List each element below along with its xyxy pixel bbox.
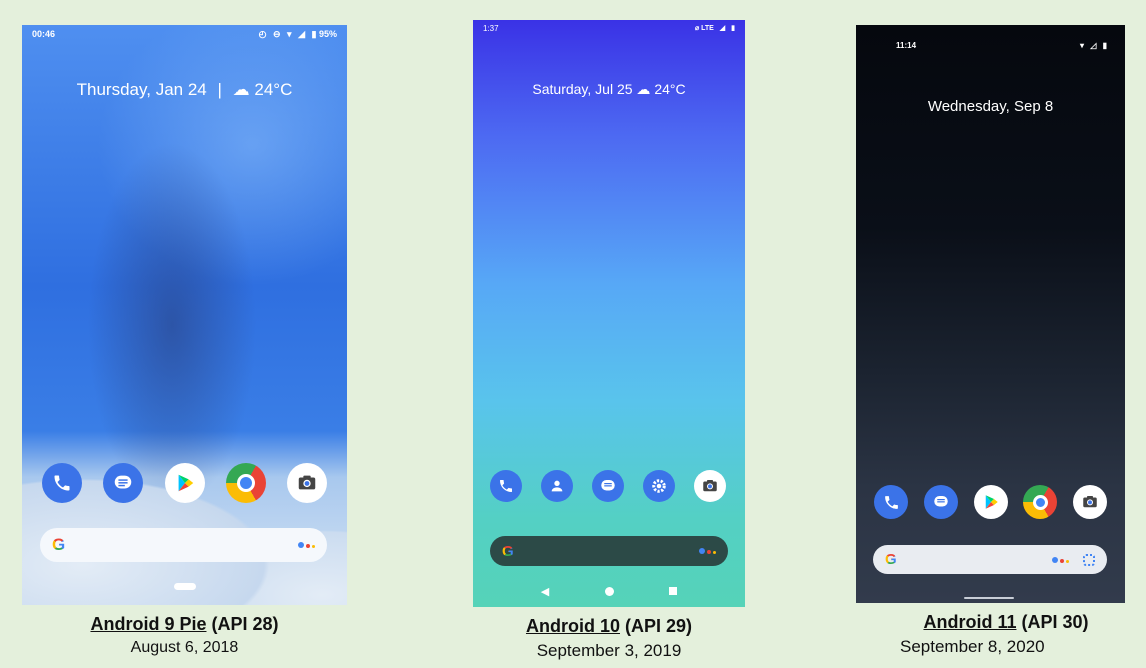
home-icon[interactable] [604, 586, 614, 596]
date-weather-widget[interactable]: Thursday, Jan 24 | ☁ 24°C [22, 80, 347, 100]
phone-icon[interactable] [874, 485, 908, 519]
dnd-icon: ⊖ [272, 29, 281, 39]
cloud-icon: ☁ [232, 80, 250, 99]
dock [490, 470, 726, 502]
status-right: ◴ ⊖ ▾ ◢ ▮ 95% [255, 29, 337, 40]
recents-icon[interactable] [669, 587, 678, 595]
dock [874, 485, 1107, 519]
contacts-icon[interactable] [541, 470, 573, 502]
gesture-bar[interactable] [964, 597, 1014, 599]
back-icon[interactable]: ◀ [541, 585, 549, 598]
status-bar: 11:14 ▾ ◿ ▮ [856, 37, 1125, 55]
cloud-icon: ☁ [636, 81, 651, 97]
battery-icon: ▮ [311, 29, 317, 39]
lens-icon[interactable] [1083, 553, 1095, 566]
status-time: 1:37 [483, 24, 499, 33]
android-11-screenshot: 11:14 ▾ ◿ ▮ Wednesday, Sep 8 G [856, 25, 1125, 603]
google-search-bar[interactable]: G [40, 528, 327, 562]
play-store-icon[interactable] [164, 463, 205, 503]
api-level: (API 30) [1021, 612, 1089, 632]
separator: | [217, 80, 222, 99]
messages-icon[interactable] [592, 470, 624, 502]
assistant-icon[interactable] [1052, 556, 1069, 563]
api-level: (API 29) [625, 616, 693, 636]
api-level: (API 28) [211, 614, 279, 634]
status-time: 00:46 [32, 29, 56, 39]
weather-text: 24°C [254, 80, 293, 99]
signal-icon: ◢ [298, 29, 305, 39]
caption-android-10: Android 10 (API 29) September 3, 2019 [473, 616, 745, 661]
caption-android-11: Android 11 (API 30) September 8, 2020 [856, 612, 1146, 657]
release-date: September 8, 2020 [900, 637, 1045, 656]
messages-icon[interactable] [923, 485, 958, 519]
battery-icon: ▮ [731, 25, 735, 32]
settings-icon[interactable] [643, 470, 675, 502]
wifi-icon: ▾ [287, 29, 292, 39]
status-right: ▾ ◿ ▮ [1076, 41, 1107, 50]
release-date: September 3, 2019 [536, 641, 682, 660]
assistant-icon[interactable] [298, 542, 315, 548]
status-bar: 1:37 ⌀ LTE ◢ ▮ [473, 20, 745, 38]
alarm-off-icon: ⌀ [694, 25, 700, 32]
assistant-icon[interactable] [699, 548, 716, 554]
nav-bar: ◀ [473, 582, 745, 600]
signal-icon: ◿ [1090, 41, 1097, 50]
date-weather-widget[interactable]: Saturday, Jul 25 ☁ 24°C [473, 81, 745, 98]
phone-icon[interactable] [490, 470, 522, 502]
signal-icon: ◢ [719, 25, 726, 32]
date-text: Wednesday, Sep 8 [927, 98, 1054, 115]
date-text: Thursday, Jan 24 [76, 80, 207, 99]
play-store-icon[interactable] [973, 485, 1008, 519]
caption-android-9: Android 9 Pie (API 28) August 6, 2018 [22, 614, 347, 657]
search-actions [1052, 553, 1095, 566]
date-widget[interactable]: Wednesday, Sep 8 [856, 98, 1125, 115]
network-type: LTE [701, 25, 714, 32]
chrome-icon[interactable] [225, 463, 266, 503]
google-search-bar[interactable]: G [490, 536, 728, 566]
camera-icon[interactable] [694, 470, 726, 502]
status-bar: 00:46 ◴ ⊖ ▾ ◢ ▮ 95% [22, 25, 347, 43]
battery-percent: 95% [318, 29, 337, 39]
weather-text: 24°C [654, 81, 686, 97]
android-10-link[interactable]: Android 10 [526, 616, 620, 636]
home-pill[interactable] [174, 583, 196, 590]
android-9-link[interactable]: Android 9 Pie [90, 614, 206, 634]
alarm-icon: ◴ [258, 29, 267, 39]
google-logo: G [885, 551, 897, 568]
android-10-screenshot: 1:37 ⌀ LTE ◢ ▮ Saturday, Jul 25 ☁ 24°C G [473, 20, 745, 607]
wifi-icon: ▾ [1079, 41, 1084, 50]
messages-icon[interactable] [103, 463, 144, 503]
android-9-screenshot: 00:46 ◴ ⊖ ▾ ◢ ▮ 95% Thursday, Jan 24 | ☁… [22, 25, 347, 605]
release-date: August 6, 2018 [130, 639, 239, 656]
camera-icon[interactable] [287, 463, 327, 503]
android-11-link[interactable]: Android 11 [923, 612, 1016, 632]
status-right: ⌀ LTE ◢ ▮ [691, 24, 735, 32]
date-text: Saturday, Jul 25 [532, 81, 633, 97]
dock [42, 463, 327, 503]
camera-icon[interactable] [1073, 485, 1107, 519]
google-search-bar[interactable]: G [873, 545, 1107, 574]
status-time: 11:14 [896, 41, 917, 50]
chrome-icon[interactable] [1023, 485, 1058, 519]
google-logo: G [52, 535, 66, 554]
google-logo: G [502, 542, 514, 560]
phone-icon[interactable] [42, 463, 82, 503]
battery-icon: ▮ [1102, 41, 1107, 50]
